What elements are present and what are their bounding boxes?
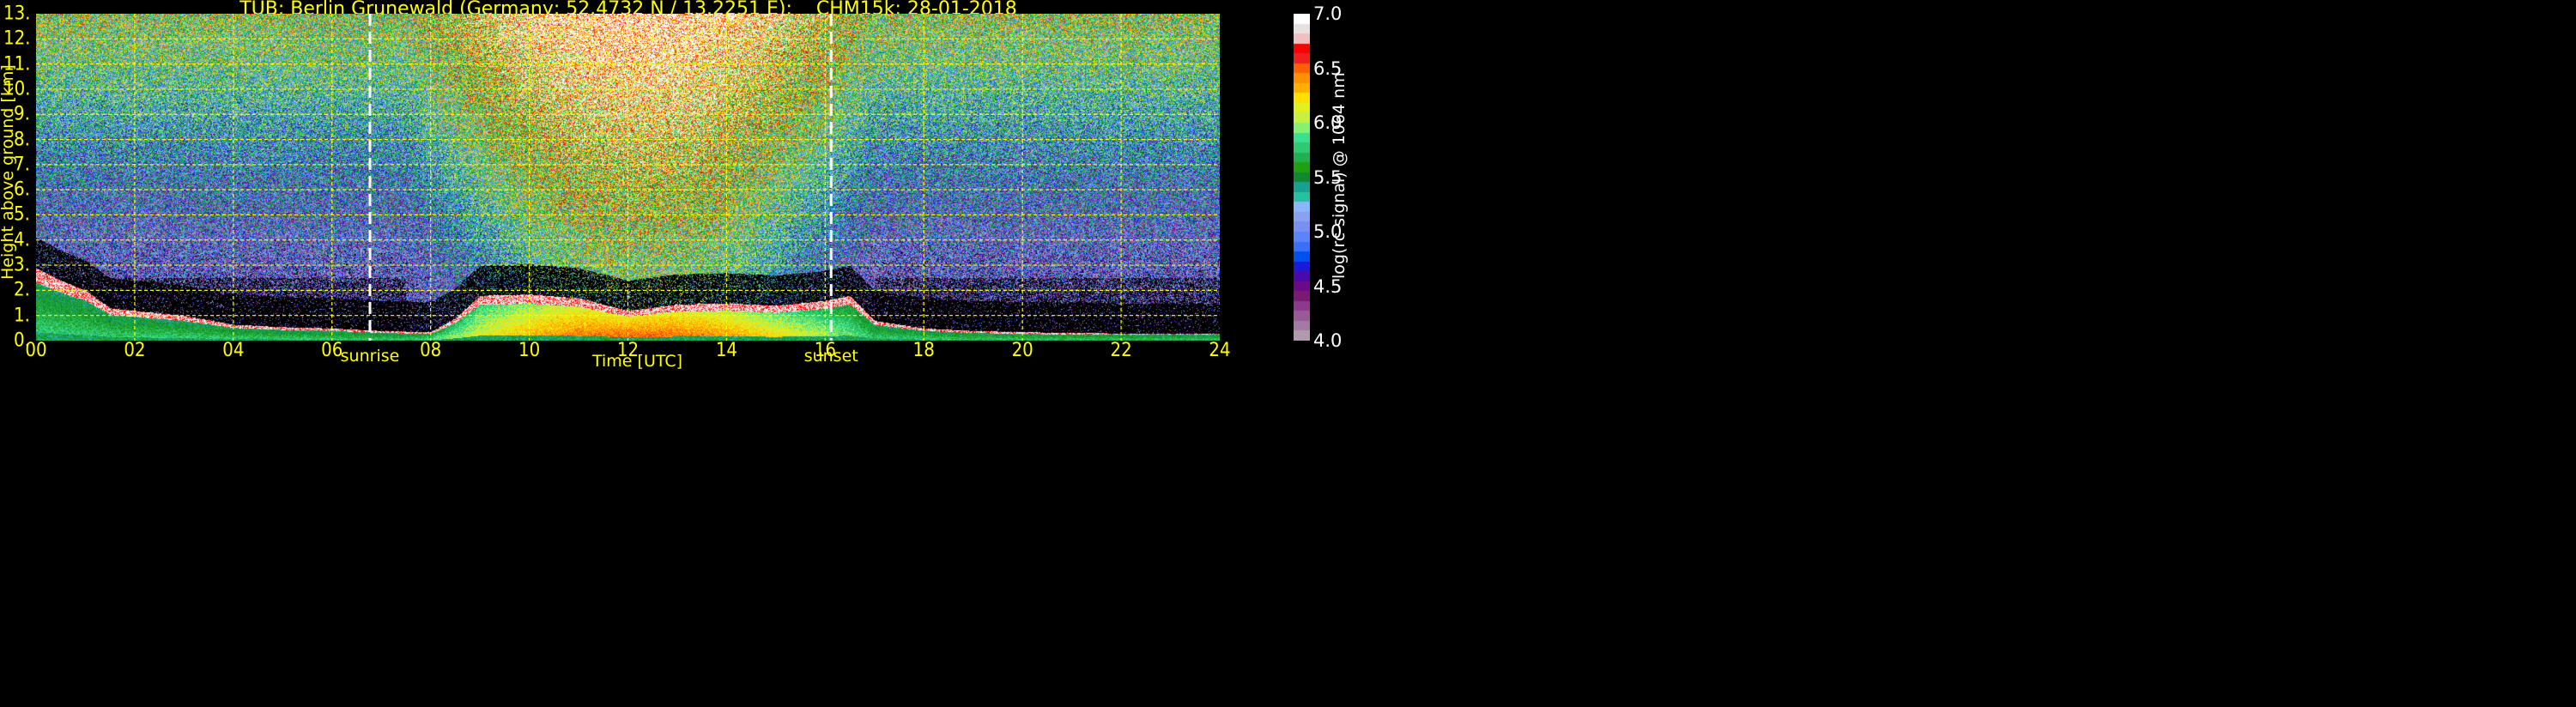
sunset-label: sunset xyxy=(803,347,858,366)
grid-overlay xyxy=(36,14,1220,341)
x-axis-label: Time [UTC] xyxy=(592,352,683,371)
sunrise-label: sunrise xyxy=(340,347,400,366)
plot-area xyxy=(36,14,1220,341)
x-tick-label: 02 xyxy=(124,340,146,361)
x-tick-label: 04 xyxy=(222,340,245,361)
y-tick-label: 1. xyxy=(14,305,30,327)
colorbar xyxy=(1294,14,1310,341)
x-tick-label: 08 xyxy=(420,340,442,361)
y-tick-label: 0. xyxy=(14,329,30,352)
colorbar-tick-label: 7.0 xyxy=(1313,3,1343,24)
y-tick-label: 13. xyxy=(3,3,31,25)
y-axis-label: Height above ground [km] xyxy=(0,64,17,280)
colorbar-tick-label: 4.0 xyxy=(1313,330,1343,351)
x-tick-label: 24 xyxy=(1209,340,1231,361)
x-tick-label: 18 xyxy=(912,340,935,361)
x-tick-label: 20 xyxy=(1011,340,1033,361)
colorbar-tick-label: 4.5 xyxy=(1313,275,1343,297)
x-tick-label: 06 xyxy=(321,340,343,361)
x-tick-label: 14 xyxy=(715,340,737,361)
y-tick-label: 2. xyxy=(14,279,30,301)
colorbar-label: log(rc-signal) @ 1064 nm xyxy=(1330,72,1349,279)
x-tick-label: 22 xyxy=(1110,340,1132,361)
y-tick-label: 12. xyxy=(3,27,31,50)
x-tick-label: 10 xyxy=(518,340,541,361)
